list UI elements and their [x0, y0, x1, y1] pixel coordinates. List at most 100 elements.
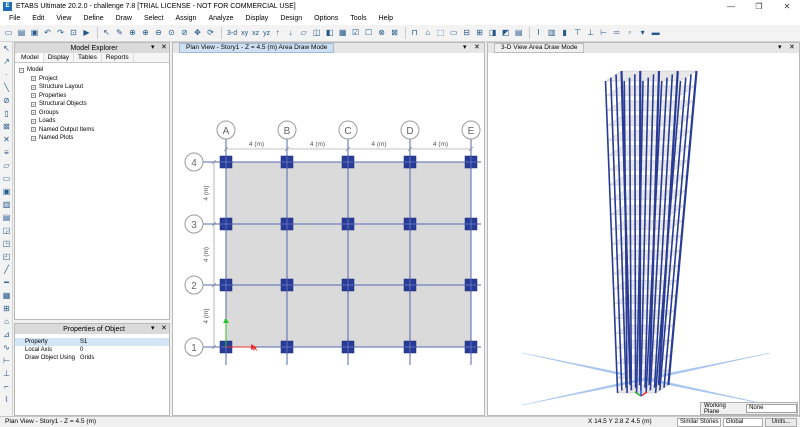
expand-icon[interactable]: +: [31, 110, 36, 116]
display-table-icon[interactable]: ▤: [513, 27, 524, 39]
view-yz-button[interactable]: yz: [263, 30, 270, 37]
design-icon[interactable]: ◩: [500, 27, 511, 39]
menu-define[interactable]: Define: [77, 13, 109, 25]
rotate-icon[interactable]: ⟳: [205, 27, 216, 39]
plan-view-canvas[interactable]: A B C D E 4 3 2 1 4 (m) 4 (m) 4 (m) 4 (m) 4 (m) 4 (m)…: [173, 53, 484, 415]
tree-node-structural-objects[interactable]: + Structural Objects: [19, 100, 167, 109]
reshape-icon[interactable]: ↗: [0, 55, 13, 68]
coordinate-system-select[interactable]: Global: [723, 418, 763, 427]
get-previous-icon[interactable]: ⊠: [389, 27, 400, 39]
perspective-icon[interactable]: ▱: [298, 27, 309, 39]
undo-icon[interactable]: ↶: [42, 27, 53, 39]
measure-icon[interactable]: ⌐: [0, 380, 13, 393]
menu-help[interactable]: Help: [373, 13, 399, 25]
tab-reports[interactable]: Reports: [102, 53, 134, 62]
zoom-in-icon[interactable]: ⊕: [140, 27, 151, 39]
panel-close-icon[interactable]: ✕: [161, 324, 167, 334]
move-up-icon[interactable]: ↑: [272, 27, 283, 39]
tree-node-loads[interactable]: + Loads: [19, 117, 167, 126]
panel-close-icon[interactable]: ✕: [161, 43, 167, 53]
draw-column-icon[interactable]: ▯: [0, 107, 13, 120]
concrete-design-icon[interactable]: ▥: [546, 27, 557, 39]
tab-model[interactable]: Model: [17, 53, 44, 62]
run-analysis-icon[interactable]: ▶: [81, 27, 92, 39]
open-icon[interactable]: ▤: [16, 27, 27, 39]
tree-node-project[interactable]: + Project: [19, 75, 167, 84]
move-down-icon[interactable]: ↓: [285, 27, 296, 39]
view-close-icon[interactable]: ✕: [474, 43, 480, 53]
view-xz-button[interactable]: xz: [252, 30, 259, 37]
zoom-window-icon[interactable]: ⊙: [166, 27, 177, 39]
connection-icon[interactable]: ⊢: [598, 27, 609, 39]
new-model-icon[interactable]: ▭: [3, 27, 14, 39]
tree-node-named-plots[interactable]: + Named Plots: [19, 134, 167, 143]
draw-brace-icon[interactable]: ⊠: [0, 120, 13, 133]
tab-tables[interactable]: Tables: [74, 53, 102, 62]
property-row[interactable]: Draw Object Using Grids: [15, 354, 169, 362]
tree-node-model[interactable]: − Model: [19, 66, 167, 75]
menu-analyze[interactable]: Analyze: [202, 13, 239, 25]
zoom-fit-icon[interactable]: ⊕: [127, 27, 138, 39]
deformed-icon[interactable]: ▭: [448, 27, 459, 39]
pin-dropdown-icon[interactable]: ▾: [151, 324, 155, 334]
menu-options[interactable]: Options: [308, 13, 344, 25]
draw-rect-floor-icon[interactable]: ▭: [0, 172, 13, 185]
story-mode-select[interactable]: Similar Stories: [677, 418, 721, 427]
snap-icon[interactable]: ⊢: [0, 354, 13, 367]
expand-icon[interactable]: +: [31, 127, 36, 133]
draw-spring-icon[interactable]: ⌇: [0, 393, 13, 406]
draw-secondary-beam-icon[interactable]: ≡: [0, 146, 13, 159]
animate-icon[interactable]: ◨: [487, 27, 498, 39]
pan-icon[interactable]: ✥: [192, 27, 203, 39]
draw-ramp-icon[interactable]: ⊿: [0, 328, 13, 341]
draw-joint-icon[interactable]: ·: [0, 68, 13, 81]
pin-dropdown-icon[interactable]: ▾: [151, 43, 155, 53]
draw-opening-icon[interactable]: ◲: [0, 224, 13, 237]
draw-dimension-icon[interactable]: ╱: [0, 263, 13, 276]
pin-dropdown-icon[interactable]: ▾: [463, 43, 467, 53]
maximize-button[interactable]: ❐: [746, 0, 772, 13]
select-previous-icon[interactable]: ☐: [363, 27, 374, 39]
menu-display[interactable]: Display: [239, 13, 274, 25]
pencil-icon[interactable]: ✎: [114, 27, 125, 39]
collapse-icon[interactable]: −: [19, 67, 24, 73]
set-display-icon[interactable]: ▦: [337, 27, 348, 39]
quick-floor-icon[interactable]: ▣: [0, 185, 13, 198]
property-row[interactable]: Local Axis 0: [15, 346, 169, 354]
draw-grid-icon[interactable]: ▦: [0, 289, 13, 302]
expand-icon[interactable]: +: [31, 76, 36, 82]
menu-view[interactable]: View: [50, 13, 77, 25]
draw-tendon-curve-icon[interactable]: ∿: [0, 341, 13, 354]
zoom-previous-icon[interactable]: ⊘: [179, 27, 190, 39]
menu-select[interactable]: Select: [138, 13, 169, 25]
frame-icon[interactable]: ⊓: [409, 27, 420, 39]
expand-icon[interactable]: +: [31, 93, 36, 99]
property-row[interactable]: Property S1: [15, 338, 169, 346]
clear-selection-icon[interactable]: ⊗: [376, 27, 387, 39]
draw-link-icon[interactable]: ◳: [0, 237, 13, 250]
expand-icon[interactable]: +: [31, 118, 36, 124]
undeformed-icon[interactable]: ⬚: [435, 27, 446, 39]
close-button[interactable]: ✕: [774, 0, 800, 13]
draw-tendon-icon[interactable]: ◰: [0, 250, 13, 263]
quick-draw-beam-icon[interactable]: ⊘: [0, 94, 13, 107]
object-shrink-icon[interactable]: ◧: [324, 27, 335, 39]
draw-wall-stack-icon[interactable]: ⌂: [0, 315, 13, 328]
select-pointer-icon[interactable]: ↖: [0, 42, 13, 55]
view-3d-button[interactable]: 3-d: [227, 30, 237, 37]
select-all-icon[interactable]: ☑: [350, 27, 361, 39]
quick-wall-icon[interactable]: ▤: [0, 211, 13, 224]
draw-strip-icon[interactable]: ━: [0, 276, 13, 289]
shear-wall-icon[interactable]: ▮: [559, 27, 570, 39]
options-dropdown-icon[interactable]: ▾: [637, 27, 648, 39]
units-button[interactable]: Units...: [765, 418, 797, 427]
property-value[interactable]: S1: [80, 338, 87, 346]
lock-icon[interactable]: ⊡: [68, 27, 79, 39]
minimize-button[interactable]: —: [718, 0, 744, 13]
quick-brace-icon[interactable]: ✕: [0, 133, 13, 146]
steel-design-icon[interactable]: I: [533, 27, 544, 39]
force-diagram-icon[interactable]: ⊟: [461, 27, 472, 39]
pin-dropdown-icon[interactable]: ▾: [778, 43, 782, 53]
tree-node-structure-layout[interactable]: + Structure Layout: [19, 83, 167, 92]
draw-floor-icon[interactable]: ▱: [0, 159, 13, 172]
